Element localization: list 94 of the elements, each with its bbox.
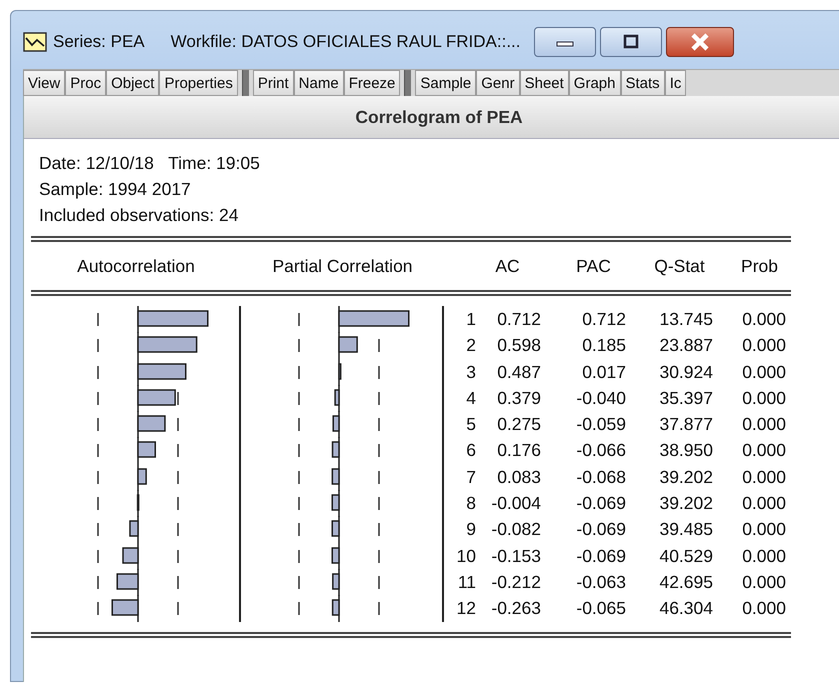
minimize-button[interactable] — [534, 27, 596, 57]
q-stat-cell-text: 46.304 — [658, 598, 713, 620]
toolbar-button[interactable]: Graph — [568, 70, 620, 96]
prob-cell-text: 0.000 — [741, 546, 786, 567]
toolbar-separator — [404, 70, 412, 96]
q-stat-cell-text: 40.529 — [658, 546, 713, 567]
lag-cell-text: 10 — [456, 546, 476, 567]
info-line: Included observations: 24 — [39, 204, 240, 227]
column-header: Autocorrelation — [76, 256, 196, 276]
ac-cell-text: 0.598 — [496, 335, 541, 356]
prob-cell-text: 0.000 — [741, 466, 786, 488]
prob-cell-text: 0.000 — [741, 309, 786, 330]
series-icon — [23, 32, 47, 52]
lag-cell-text: 12 — [456, 598, 476, 620]
toolbar-button[interactable]: Sample — [415, 70, 476, 96]
column-header: PAC — [575, 256, 612, 276]
pac-cell-text: -0.040 — [575, 388, 626, 409]
info-line: Date: 12/10/18 Time: 19:05 — [39, 152, 261, 175]
prob-cell-text: 0.000 — [741, 598, 786, 620]
toolbar-button[interactable]: Name — [294, 70, 344, 96]
workfile-title: Workfile: DATOS OFICIALES RAUL FRIDA::... — [170, 32, 520, 52]
prob-cell-text: 0.000 — [741, 414, 786, 436]
toolbar-button[interactable]: Ic — [664, 70, 686, 96]
q-stat-cell-text: 23.887 — [658, 335, 713, 356]
toolbar-button[interactable]: Stats — [620, 70, 665, 96]
pac-cell-text: -0.065 — [575, 598, 626, 620]
q-stat-cell-text: 30.924 — [658, 362, 713, 383]
close-icon — [691, 33, 710, 51]
pac-cell-text: -0.068 — [575, 466, 626, 488]
prob-cell-text: 0.000 — [741, 362, 786, 383]
column-header: Partial Correlation — [271, 256, 414, 276]
pac-cell-text: -0.069 — [575, 546, 626, 567]
lag-cell-text: 4 — [465, 388, 476, 409]
q-stat-cell-text: 37.877 — [658, 414, 713, 436]
close-button[interactable] — [666, 27, 734, 57]
ac-cell-text: 0.275 — [496, 414, 541, 436]
toolbar-button[interactable]: Properties — [159, 70, 238, 96]
ac-cell-text: -0.212 — [490, 572, 541, 593]
toolbar-button[interactable]: View — [23, 70, 66, 96]
lag-cell-text: 8 — [465, 493, 476, 514]
series-title: Series: PEA — [53, 32, 145, 52]
column-header: Q-Stat — [653, 256, 706, 276]
lag-cell-text: 2 — [465, 335, 476, 356]
ac-cell-text: -0.082 — [490, 519, 541, 540]
ac-cell-text: -0.153 — [490, 546, 541, 567]
lag-cell-text: 11 — [456, 572, 476, 593]
prob-cell-text: 0.000 — [741, 519, 786, 540]
pac-cell-text: 0.017 — [581, 362, 626, 383]
minimize-icon — [556, 42, 574, 46]
q-stat-cell-text: 39.485 — [658, 519, 713, 540]
q-stat-cell-text: 35.397 — [658, 388, 713, 409]
q-stat-cell-text: 13.745 — [658, 309, 713, 330]
prob-cell-text: 0.000 — [741, 388, 786, 409]
pac-cell-text: -0.063 — [575, 572, 626, 593]
info-line: Sample: 1994 2017 — [39, 178, 192, 201]
toolbar-separator — [242, 70, 249, 96]
prob-cell-text: 0.000 — [741, 493, 786, 514]
ac-cell-text: 0.379 — [496, 388, 541, 409]
q-stat-cell-text: 39.202 — [658, 493, 713, 514]
q-stat-cell-text: 42.695 — [658, 572, 713, 593]
ac-cell-text: -0.004 — [490, 493, 541, 514]
pac-cell-text: -0.066 — [575, 440, 626, 462]
lag-cell-text: 9 — [465, 519, 476, 540]
q-stat-cell-text: 39.202 — [658, 466, 713, 488]
column-header: AC — [494, 256, 521, 276]
pac-cell-text: 0.712 — [581, 309, 626, 330]
toolbar-button[interactable]: Genr — [476, 70, 520, 96]
lag-cell-text: 3 — [465, 362, 476, 383]
lag-cell-text: 1 — [465, 309, 476, 330]
ac-cell-text: 0.083 — [496, 466, 541, 488]
toolbar-button[interactable]: Print — [252, 70, 294, 96]
view-title: Correlogram of PEA — [24, 96, 839, 139]
prob-cell-text: 0.000 — [741, 335, 786, 356]
ac-cell-text: 0.712 — [496, 309, 541, 330]
pac-cell-text: -0.059 — [575, 414, 626, 436]
ac-cell-text: -0.263 — [490, 598, 541, 620]
column-header: Prob — [740, 256, 779, 276]
lag-cell-text: 7 — [465, 466, 476, 488]
ac-cell-text: 0.487 — [496, 362, 541, 383]
lag-cell-text: 6 — [465, 440, 476, 462]
toolbar-button[interactable]: Freeze — [344, 70, 400, 96]
maximize-button[interactable] — [600, 27, 662, 57]
ac-cell-text: 0.176 — [496, 440, 541, 462]
pac-cell-text: -0.069 — [575, 519, 626, 540]
toolbar-button[interactable]: Proc — [65, 70, 106, 96]
toolbar-button[interactable]: Sheet — [520, 70, 569, 96]
maximize-icon — [624, 34, 639, 48]
toolbar-button[interactable]: Object — [106, 70, 160, 96]
pac-cell-text: 0.185 — [581, 335, 626, 356]
prob-cell-text: 0.000 — [741, 572, 786, 593]
q-stat-cell-text: 38.950 — [658, 440, 713, 462]
pac-cell-text: -0.069 — [575, 493, 626, 514]
prob-cell-text: 0.000 — [741, 440, 786, 462]
lag-cell-text: 5 — [465, 414, 476, 436]
